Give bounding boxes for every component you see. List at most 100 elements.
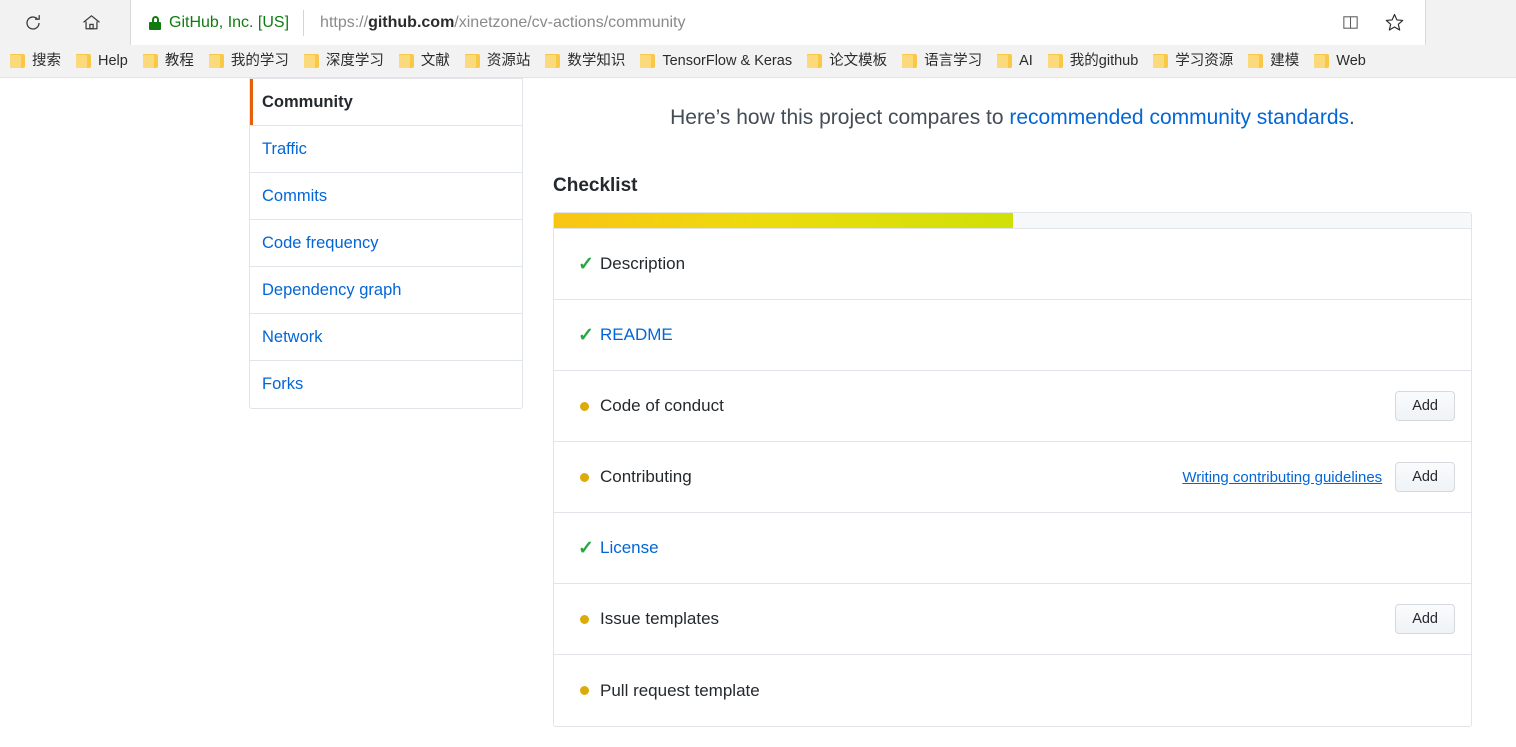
bookmark-label: Help [98, 52, 128, 69]
bookmark-label: 论文模板 [829, 52, 888, 69]
bookmark-item[interactable]: Web [1308, 51, 1375, 72]
bookmark-item[interactable]: 搜索 [4, 51, 70, 72]
bookmark-item[interactable]: 资源站 [459, 51, 540, 72]
folder-icon [807, 54, 823, 68]
bookmark-label: 搜索 [32, 52, 61, 69]
checklist-item-label: Pull request template [600, 680, 760, 700]
url-text[interactable]: https://github.com/xinetzone/cv-actions/… [304, 14, 685, 32]
sidebar-item-dependency-graph[interactable]: Dependency graph [250, 267, 522, 314]
url-path: /xinetzone/cv-actions/community [454, 13, 686, 31]
folder-icon [76, 54, 91, 68]
bookmark-item[interactable]: TensorFlow & Keras [634, 51, 801, 72]
checklist-row: Code of conduct Add [554, 371, 1471, 442]
bookmark-item[interactable]: 教程 [137, 51, 203, 72]
bookmark-item[interactable]: 论文模板 [801, 51, 896, 72]
folder-icon [902, 54, 918, 68]
bookmarks-bar: 搜索 Help 教程 我的学习 深度学习 文献 资源站 数学知识 TensorF… [0, 45, 1516, 78]
bookmark-item[interactable]: Help [70, 51, 137, 72]
checklist-item-label: Contributing [600, 467, 692, 486]
omnibox-actions [1333, 0, 1425, 45]
bookmark-label: 数学知识 [567, 52, 626, 69]
sidebar-item-commits[interactable]: Commits [250, 173, 522, 220]
book-icon[interactable] [1333, 6, 1367, 40]
bookmark-item[interactable]: 语言学习 [896, 51, 991, 72]
checklist-row: ✓ License [554, 513, 1471, 584]
bookmark-item[interactable]: 建模 [1242, 51, 1308, 72]
progress-track [554, 213, 1471, 229]
sidebar-item-label: Forks [262, 375, 304, 393]
insights-sidebar: Community Traffic Commits Code frequency… [249, 78, 523, 409]
address-bar[interactable]: GitHub, Inc. [US] https://github.com/xin… [130, 0, 1426, 45]
checklist-row: Issue templates Add [554, 584, 1471, 655]
bookmark-label: 教程 [164, 52, 194, 69]
folder-icon [398, 54, 414, 68]
check-icon: ✓ [578, 253, 594, 275]
dot-icon [578, 401, 600, 411]
checklist-item-label: Issue templates [600, 609, 720, 628]
bookmark-item[interactable]: 文献 [393, 51, 459, 72]
checklist-row: ✓ Description [554, 229, 1471, 300]
lock-icon [149, 15, 161, 30]
folder-icon [997, 54, 1013, 68]
sidebar-item-network[interactable]: Network [250, 314, 522, 361]
bookmark-label: 深度学习 [325, 52, 384, 69]
bookmark-label: 建模 [1270, 52, 1300, 69]
folder-icon [1314, 54, 1330, 68]
community-main: Here’s how this project compares to reco… [553, 78, 1472, 727]
browser-toolbar: GitHub, Inc. [US] https://github.com/xin… [0, 0, 1516, 45]
sidebar-item-code-frequency[interactable]: Code frequency [250, 220, 522, 267]
add-button[interactable]: Add [1395, 603, 1455, 635]
checklist-item-link[interactable]: README [600, 325, 673, 345]
bookmark-label: TensorFlow & Keras [662, 52, 793, 69]
home-icon[interactable] [70, 0, 112, 45]
dot-icon [578, 686, 600, 695]
sidebar-item-forks[interactable]: Forks [250, 361, 522, 408]
bookmark-label: AI [1019, 52, 1033, 69]
folder-icon [545, 54, 561, 68]
intro-text: Here’s how this project compares to reco… [553, 78, 1472, 130]
checklist-item-label: Code of conduct [600, 396, 724, 415]
add-button[interactable]: Add [1395, 390, 1455, 422]
checklist-item-label: Description [600, 254, 686, 273]
bookmark-item[interactable]: 深度学习 [298, 51, 393, 72]
checklist-row: Contributing Writing contributing guidel… [554, 442, 1471, 513]
folder-icon [1248, 54, 1264, 68]
sidebar-item-traffic[interactable]: Traffic [250, 126, 522, 173]
bookmark-item[interactable]: 学习资源 [1147, 51, 1242, 72]
dot-icon [578, 614, 600, 624]
bookmark-item[interactable]: 数学知识 [539, 51, 634, 72]
community-standards-link[interactable]: recommended community standards [1009, 106, 1349, 129]
sidebar-item-label: Community [262, 92, 353, 111]
reload-icon[interactable] [12, 0, 54, 45]
bookmark-label: 我的学习 [230, 52, 289, 69]
sidebar-item-label: Commits [262, 186, 328, 205]
bookmark-label: Web [1336, 52, 1366, 69]
checklist-heading: Checklist [553, 175, 638, 196]
sidebar-item-label: Network [262, 327, 323, 346]
bookmark-label: 资源站 [486, 52, 531, 69]
url-host: github.com [368, 13, 455, 31]
intro-suffix: . [1349, 106, 1355, 129]
folder-icon [142, 54, 158, 68]
dot-icon [578, 472, 600, 482]
bookmark-item[interactable]: 我的github [1042, 51, 1148, 72]
folder-icon [640, 54, 656, 68]
page-content: Community Traffic Commits Code frequency… [0, 78, 1516, 746]
sidebar-item-community[interactable]: Community [250, 79, 522, 126]
progress-fill [554, 213, 1013, 228]
folder-icon [464, 54, 480, 68]
star-icon[interactable] [1377, 6, 1411, 40]
bookmark-item[interactable]: AI [991, 51, 1042, 72]
writing-guidelines-link[interactable]: Writing contributing guidelines [1182, 469, 1382, 486]
sidebar-item-label: Traffic [262, 139, 307, 158]
sidebar-item-label: Dependency graph [262, 280, 402, 299]
folder-icon [1047, 54, 1063, 68]
folder-icon [208, 54, 224, 68]
checklist-row: ✓ README [554, 300, 1471, 371]
checklist-item-link[interactable]: License [600, 538, 659, 558]
checklist-container: ✓ Description ✓ README Code of conduct A… [553, 212, 1472, 727]
bookmark-item[interactable]: 我的学习 [203, 51, 298, 72]
checklist-row: Pull request template [554, 655, 1471, 726]
site-identity-chip[interactable]: GitHub, Inc. [US] [131, 0, 303, 45]
add-button[interactable]: Add [1395, 461, 1455, 493]
